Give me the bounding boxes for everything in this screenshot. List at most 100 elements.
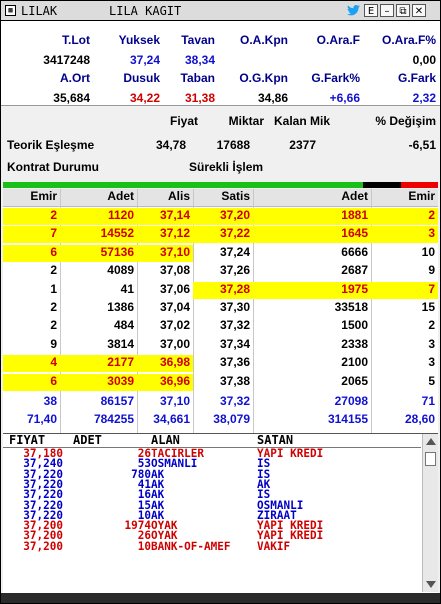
theo-header-price: Fiyat xyxy=(169,114,198,128)
order-book-cell: 1120 xyxy=(60,208,137,225)
twitter-icon[interactable] xyxy=(347,4,361,17)
order-book-row[interactable]: 6 3039 36,96 37,38 2065 5 xyxy=(3,373,438,391)
order-book-row[interactable]: 2 484 37,02 37,32 1500 2 xyxy=(3,318,438,335)
header-bid-orders[interactable]: Emir xyxy=(3,189,60,206)
trade-row[interactable]: 37,180 26 TACIRLER YAPI KREDI xyxy=(3,448,421,460)
order-book-cell: 37,00 xyxy=(159,336,190,351)
og-kpn-value: 34,86 xyxy=(257,91,288,105)
bottom-toolbar xyxy=(1,593,440,603)
trade-row[interactable]: 37,220 15 AK OSMANLI xyxy=(3,499,421,511)
order-book-row[interactable]: 2 4089 37,08 37,26 2687 9 xyxy=(3,263,438,280)
window-menu-icon[interactable]: ▩ xyxy=(5,5,16,16)
order-book: Emir Adet Alis Satis Adet Emir 2 1120 37,14 37,20… xyxy=(3,189,438,433)
order-book-cell: 2 xyxy=(50,300,57,314)
trade-row[interactable]: 37,200 10 BANK-OF-AMEF VAKIF xyxy=(3,539,421,553)
scroll-down-icon[interactable] xyxy=(426,581,436,588)
order-book-cell: 37,14 xyxy=(137,208,193,225)
trade-buyer: BANK-OF-AMEF xyxy=(151,541,231,552)
order-book-cell: 37,08 xyxy=(159,263,190,278)
trade-row[interactable]: 37,220 16 AK IS xyxy=(3,489,421,501)
order-book-cell: 36,96 xyxy=(137,373,193,391)
header-bid-price[interactable]: Alis xyxy=(137,189,193,206)
order-book-cell: 37,32 xyxy=(219,318,250,333)
total-lot-value: 3417248 xyxy=(43,53,90,67)
order-book-row[interactable]: 4 2177 36,98 37,36 2100 3 xyxy=(3,355,438,373)
trade-buyer: OYAK xyxy=(151,531,178,542)
trade-row[interactable]: 37,240 53 OSMANLI IS xyxy=(3,458,421,470)
order-book-total-cell: 28,60 xyxy=(404,412,435,427)
scroll-thumb[interactable] xyxy=(425,452,436,466)
trade-buyer: AK xyxy=(151,489,165,501)
summary-label: O.G.Kpn xyxy=(239,71,288,85)
trade-row[interactable]: 37,220 780 AK IS xyxy=(3,468,421,480)
order-book-total-cell: 71,40 xyxy=(26,412,57,427)
order-book-cell: 2065 xyxy=(341,373,368,388)
order-book-cell: 37,12 xyxy=(137,226,193,244)
theo-header-qty: Miktar xyxy=(228,114,264,128)
order-book-cell: 2100 xyxy=(341,355,368,370)
theo-header-remaining: Kalan Mik xyxy=(273,114,330,128)
order-book-row[interactable]: 6 57136 37,10 37,24 6666 10 xyxy=(3,244,438,262)
edit-button[interactable]: E xyxy=(364,4,378,17)
order-book-cell: 37,20 xyxy=(193,208,253,225)
order-book-cell: 1500 xyxy=(341,318,368,333)
summary-label: Yuksek xyxy=(118,33,160,47)
order-book-row[interactable]: 1 41 37,06 37,28 1975 7 xyxy=(3,281,438,299)
summary-label: Dusuk xyxy=(123,71,160,85)
trade-ticker[interactable]: FIYAT ADET ALAN SATAN 37,180 26 TACIRLER YA… xyxy=(3,433,438,593)
contract-status-label: Kontrat Durumu xyxy=(7,160,99,174)
order-book-cell: 2 xyxy=(428,318,435,333)
theo-header-change: % Değişim xyxy=(375,114,436,128)
g-fark-value: 2,32 xyxy=(412,91,436,105)
trade-row[interactable]: 37,200 26 OYAK YAPI KREDI xyxy=(3,530,421,542)
summary-label: T.Lot xyxy=(62,33,90,47)
close-button[interactable]: ✕ xyxy=(412,4,426,17)
company-name: LILA KAGIT xyxy=(109,4,182,18)
header-ask-orders[interactable]: Emir xyxy=(371,189,438,206)
order-book-cell: 3039 xyxy=(60,373,137,391)
order-book-row[interactable]: 7 14552 37,12 37,22 1645 3 xyxy=(3,226,438,244)
summary-label: A.Ort xyxy=(60,71,90,85)
order-book-total-cell: 34,661 xyxy=(153,412,190,427)
trade-row[interactable]: 37,200 1974 OYAK YAPI KREDI xyxy=(3,520,421,532)
trade-buyer: AK xyxy=(151,510,165,522)
order-book-cell: 484 xyxy=(113,318,134,333)
order-book-cell: 2 xyxy=(50,318,57,333)
order-book-row[interactable]: 2 1120 37,14 37,20 1881 2 xyxy=(3,208,438,225)
trade-row[interactable]: 37,220 10 AK ZIRAAT xyxy=(3,509,421,522)
header-ask-price[interactable]: Satis xyxy=(193,189,253,206)
trade-buyer: TACIRLER xyxy=(151,448,204,460)
header-ask-qty[interactable]: Adet xyxy=(253,189,371,206)
order-book-total-cell: 37,10 xyxy=(159,394,190,408)
order-book-cell: 1645 xyxy=(253,226,371,244)
o-ara-f-pct-value: 0,00 xyxy=(412,53,436,67)
trade-row[interactable]: 37,220 41 AK AK xyxy=(3,479,421,491)
scroll-up-icon[interactable] xyxy=(426,438,436,445)
depth-window: ▩ LILAK LILA KAGIT E – ⧉ ✕ T.Lot Yuksek … xyxy=(0,0,441,604)
order-book-total-cell: 37,32 xyxy=(219,394,250,408)
trade-scrollbar[interactable] xyxy=(422,434,438,592)
summary-label: Taban xyxy=(180,71,215,85)
trade-qty: 10 xyxy=(137,539,151,553)
header-bid-qty[interactable]: Adet xyxy=(60,189,137,206)
summary-label: O.Ara.F xyxy=(316,33,360,47)
theo-remaining-value: 2377 xyxy=(289,138,316,152)
title-bar[interactable]: ▩ LILAK LILA KAGIT E – ⧉ ✕ xyxy=(1,1,440,21)
order-book-cell: 57136 xyxy=(60,244,137,262)
order-book-cell: 33518 xyxy=(334,300,368,314)
order-book-row[interactable]: 2 1386 37,04 37,30 33518 15 xyxy=(3,300,438,317)
order-book-cell: 37,02 xyxy=(159,318,190,333)
order-book-row[interactable]: 9 3814 37,00 37,34 2338 3 xyxy=(3,337,438,354)
symbol-title: LILAK xyxy=(21,4,58,18)
order-book-cell: 37,28 xyxy=(193,281,253,299)
order-book-cell: 9 xyxy=(428,263,435,278)
order-book-total-cell: 38 xyxy=(43,394,57,408)
minimize-button[interactable]: – xyxy=(380,4,394,17)
restore-button[interactable]: ⧉ xyxy=(396,4,410,17)
low-value: 34,22 xyxy=(129,91,160,105)
trade-header-buyer: ALAN xyxy=(151,433,180,447)
order-book-cell: 4 xyxy=(3,355,60,373)
order-book-cell: 37,38 xyxy=(219,373,250,388)
order-book-cell: 2 xyxy=(3,208,60,225)
order-book-cell: 1 xyxy=(50,281,57,296)
